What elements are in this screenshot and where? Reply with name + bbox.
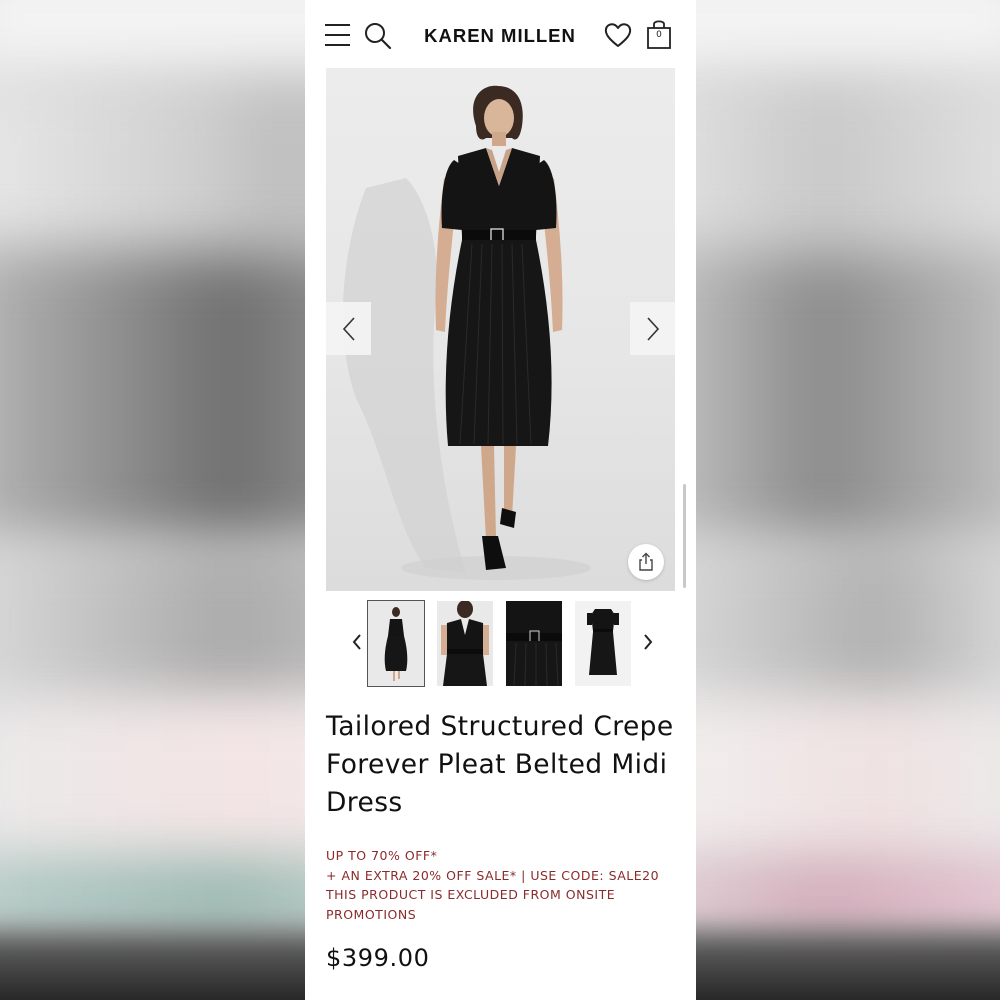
promo-line: PROMOTIONS bbox=[326, 906, 417, 922]
thumbnails-prev-button[interactable] bbox=[347, 630, 367, 654]
model-in-dress-image bbox=[342, 85, 591, 580]
thumbnail-2[interactable] bbox=[437, 601, 493, 686]
promo-line: THIS PRODUCT IS EXCLUDED FROM ONSITE bbox=[326, 887, 616, 902]
brand-logo[interactable]: KAREN MILLEN bbox=[415, 25, 585, 47]
search-icon[interactable] bbox=[363, 21, 393, 51]
site-header: KAREN MILLEN 0 bbox=[305, 14, 696, 58]
product-title: Tailored Structured Crepe Forever Pleat … bbox=[326, 708, 681, 822]
product-main-image[interactable] bbox=[326, 68, 675, 591]
wishlist-heart-icon[interactable] bbox=[603, 20, 633, 50]
image-prev-button[interactable] bbox=[326, 302, 371, 355]
share-button[interactable] bbox=[628, 544, 664, 580]
thumbnail-carousel bbox=[305, 600, 696, 688]
promo-line: + AN EXTRA 20% OFF SALE* | USE CODE: SAL… bbox=[326, 867, 660, 883]
scrollbar[interactable] bbox=[683, 484, 686, 588]
thumbnails-next-button[interactable] bbox=[638, 630, 658, 654]
chevron-right-icon bbox=[644, 634, 653, 650]
image-next-button[interactable] bbox=[630, 302, 675, 355]
product-price: $399.00 bbox=[326, 944, 430, 972]
product-title-line: Forever Pleat Belted Midi bbox=[326, 749, 668, 780]
chevron-left-icon bbox=[352, 634, 361, 650]
product-title-line: Dress bbox=[326, 787, 403, 818]
phone-screen: KAREN MILLEN 0 Tailored Structured Crepe… bbox=[305, 0, 696, 1000]
promotion-text: UP TO 70% OFF* + AN EXTRA 20% OFF SALE* … bbox=[326, 846, 686, 924]
thumbnail-image bbox=[384, 607, 408, 681]
share-icon bbox=[639, 552, 653, 571]
thumbnail-1[interactable] bbox=[367, 600, 425, 687]
promo-line: UP TO 70% OFF* bbox=[326, 848, 438, 863]
thumbnail-4[interactable] bbox=[575, 601, 631, 686]
chevron-right-icon bbox=[646, 316, 659, 341]
thumbnail-image bbox=[506, 601, 562, 686]
thumbnail-image bbox=[441, 601, 489, 686]
product-title-line: Tailored Structured Crepe bbox=[326, 711, 674, 742]
menu-icon[interactable] bbox=[325, 23, 351, 47]
thumbnail-3[interactable] bbox=[506, 601, 562, 686]
bag-count-badge: 0 bbox=[656, 30, 662, 40]
chevron-left-icon bbox=[342, 316, 355, 341]
thumbnail-image bbox=[587, 609, 619, 675]
